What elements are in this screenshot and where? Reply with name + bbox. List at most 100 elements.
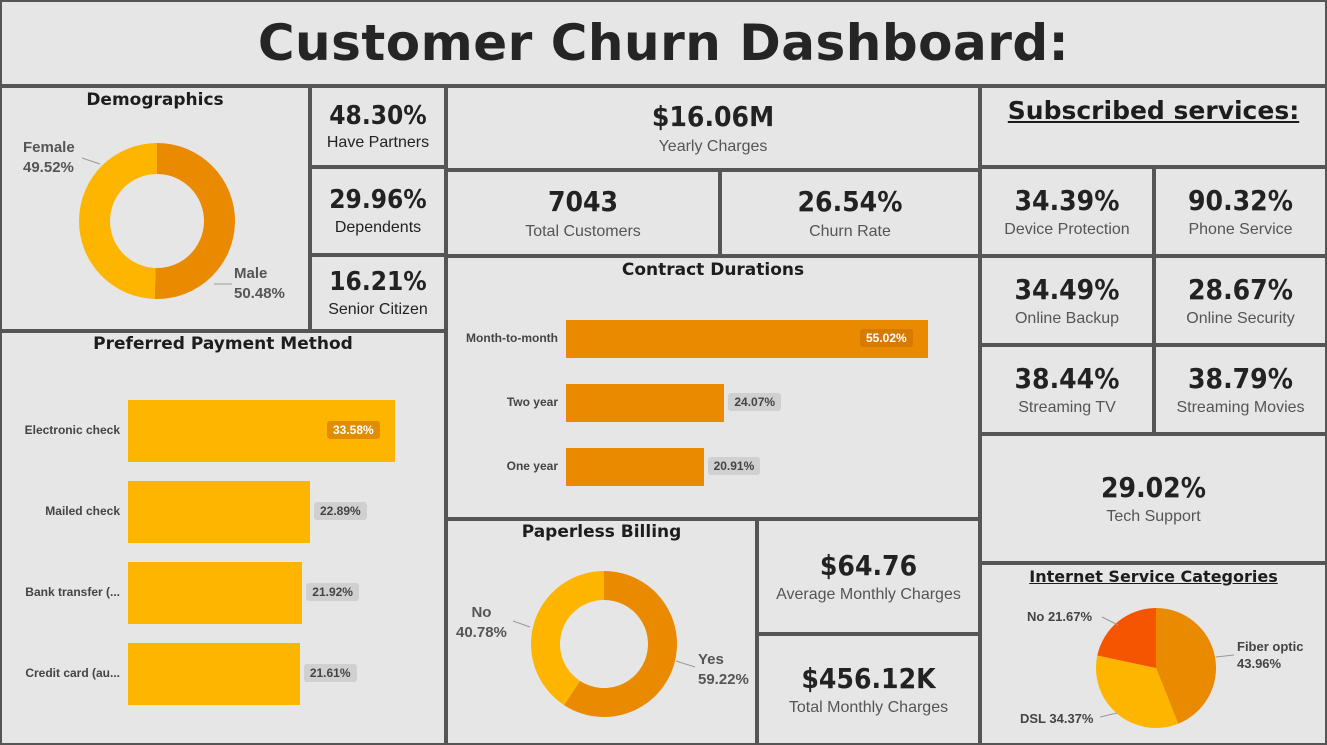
yearly-label: Yearly Charges [658, 137, 768, 155]
bar[interactable] [128, 481, 310, 543]
no-leader-line [1101, 616, 1119, 626]
churn-rate-value: 26.54% [797, 185, 903, 219]
bar-category-label: Two year [506, 395, 558, 409]
payment-method-panel: Preferred Payment Method Electronic chec… [0, 331, 446, 745]
kpi-dependents: 29.96% Dependents [310, 167, 446, 255]
kpi-senior-label: Senior Citizen [328, 300, 428, 318]
total-customers-value: 7043 [547, 185, 619, 219]
streaming-tv-label: Streaming TV [1018, 399, 1116, 417]
paperless-no-pct: 40.78% [456, 623, 507, 641]
bar[interactable] [566, 384, 725, 422]
kpi-total-customers: 7043 Total Customers [446, 170, 720, 256]
no-leader-line [512, 620, 531, 628]
total-monthly-value: $456.12K [801, 661, 936, 695]
female-pct: 49.52% [23, 158, 74, 176]
bar-category-label: Mailed check [45, 504, 120, 518]
fiber-name: Fiber optic [1237, 639, 1304, 654]
paperless-yes-label: Yes 59.22% [698, 650, 749, 689]
kpi-streaming-movies: 38.79% Streaming Movies [1154, 345, 1327, 434]
yes-leader-line [675, 660, 696, 668]
bar-data-label: 33.58% [327, 421, 380, 439]
donut-slice-female[interactable] [78, 143, 157, 299]
bar-category-label: One year [506, 459, 558, 473]
male-pct: 50.48% [234, 284, 285, 302]
kpi-tech-support: 29.02% Tech Support [980, 434, 1327, 563]
male-label: Male 50.48% [234, 264, 285, 303]
bar-data-label: 55.02% [860, 329, 913, 347]
kpi-partners-value: 48.30% [329, 100, 427, 131]
tech-support-value: 29.02% [1101, 470, 1206, 504]
total-monthly-label: Total Monthly Charges [788, 699, 949, 717]
kpi-churn-rate: 26.54% Churn Rate [720, 170, 980, 256]
page-title: Customer Churn Dashboard: [257, 14, 1070, 72]
kpi-senior: 16.21% Senior Citizen [310, 255, 446, 331]
bar-category-label: Bank transfer (... [25, 585, 120, 599]
internet-service-panel: Internet Service Categories No 21.67% Fi… [980, 563, 1327, 745]
demographics-panel: Demographics Female 49.52% Male 50.48% [0, 86, 310, 331]
phone-service-value: 90.32% [1188, 183, 1293, 217]
streaming-tv-value: 38.44% [1014, 361, 1120, 395]
paperless-no-name: No [471, 604, 492, 621]
kpi-online-backup: 34.49% Online Backup [980, 256, 1154, 345]
bar-category-label: Credit card (au... [25, 666, 120, 680]
yearly-value: $16.06M [651, 100, 775, 134]
streaming-movies-label: Streaming Movies [1176, 399, 1305, 417]
tech-support-label: Tech Support [1106, 508, 1201, 526]
female-label: Female 49.52% [23, 138, 75, 177]
kpi-senior-value: 16.21% [329, 267, 427, 298]
churn-rate-label: Churn Rate [809, 222, 891, 240]
subscribed-header: Subscribed services: [980, 86, 1327, 167]
bar-data-label: 24.07% [728, 393, 782, 411]
fiber-pct: 43.96% [1237, 655, 1282, 671]
kpi-dependents-value: 29.96% [329, 185, 427, 216]
no-internet-label: No 21.67% [1027, 609, 1093, 624]
bar-category-label: Month-to-month [466, 331, 558, 345]
paperless-billing-panel: Paperless Billing No 40.78% Yes 59.22% [446, 519, 757, 745]
online-backup-label: Online Backup [1014, 310, 1120, 328]
total-customers-label: Total Customers [525, 222, 641, 240]
donut-slice-male[interactable] [154, 143, 235, 299]
bar-data-label: 20.91% [707, 457, 761, 475]
online-backup-value: 34.49% [1014, 272, 1120, 306]
bar[interactable] [566, 448, 704, 486]
male-name: Male [234, 265, 268, 282]
online-security-value: 28.67% [1188, 272, 1293, 306]
female-leader-line [81, 157, 101, 165]
female-name: Female [23, 139, 75, 156]
donut-slice-no[interactable] [531, 571, 604, 706]
fiber-leader-line [1215, 654, 1235, 658]
bar-data-label: 22.89% [314, 502, 367, 520]
paperless-yes-name: Yes [698, 651, 724, 668]
bar[interactable] [128, 643, 300, 705]
contract-durations-panel: Contract Durations Month-to-month 55.02% T… [446, 256, 980, 519]
bar-data-label: 21.92% [306, 583, 359, 601]
device-protection-label: Device Protection [1004, 221, 1130, 239]
subscribed-title: Subscribed services: [1007, 96, 1300, 125]
paperless-yes-pct: 59.22% [698, 670, 749, 688]
kpi-dependents-label: Dependents [334, 218, 422, 236]
dsl-leader-line [1099, 712, 1118, 718]
avg-monthly-label: Average Monthly Charges [776, 586, 961, 604]
kpi-device-protection: 34.39% Device Protection [980, 167, 1154, 256]
kpi-partners-label: Have Partners [326, 134, 430, 152]
device-protection-value: 34.39% [1014, 183, 1120, 217]
kpi-avg-monthly: $64.76 Average Monthly Charges [757, 519, 980, 634]
kpi-phone-service: 90.32% Phone Service [1154, 167, 1327, 256]
kpi-yearly-charges: $16.06M Yearly Charges [446, 86, 980, 170]
online-security-label: Online Security [1186, 310, 1295, 328]
payment-title: Preferred Payment Method [93, 334, 353, 354]
streaming-movies-value: 38.79% [1188, 361, 1293, 395]
dashboard-header: Customer Churn Dashboard: [0, 0, 1327, 86]
bar-data-label: 21.61% [303, 664, 357, 682]
bar-category-label: Electronic check [24, 423, 120, 437]
kpi-total-monthly: $456.12K Total Monthly Charges [757, 634, 980, 745]
contract-title: Contract Durations [621, 260, 805, 280]
kpi-partners: 48.30% Have Partners [310, 86, 446, 167]
dsl-label: DSL 34.37% [1020, 711, 1094, 726]
bar[interactable] [128, 562, 303, 624]
phone-service-label: Phone Service [1188, 221, 1293, 239]
kpi-online-security: 28.67% Online Security [1154, 256, 1327, 345]
kpi-streaming-tv: 38.44% Streaming TV [980, 345, 1154, 434]
fiber-label: Fiber optic 43.96% [1237, 639, 1303, 673]
avg-monthly-value: $64.76 [819, 548, 918, 582]
